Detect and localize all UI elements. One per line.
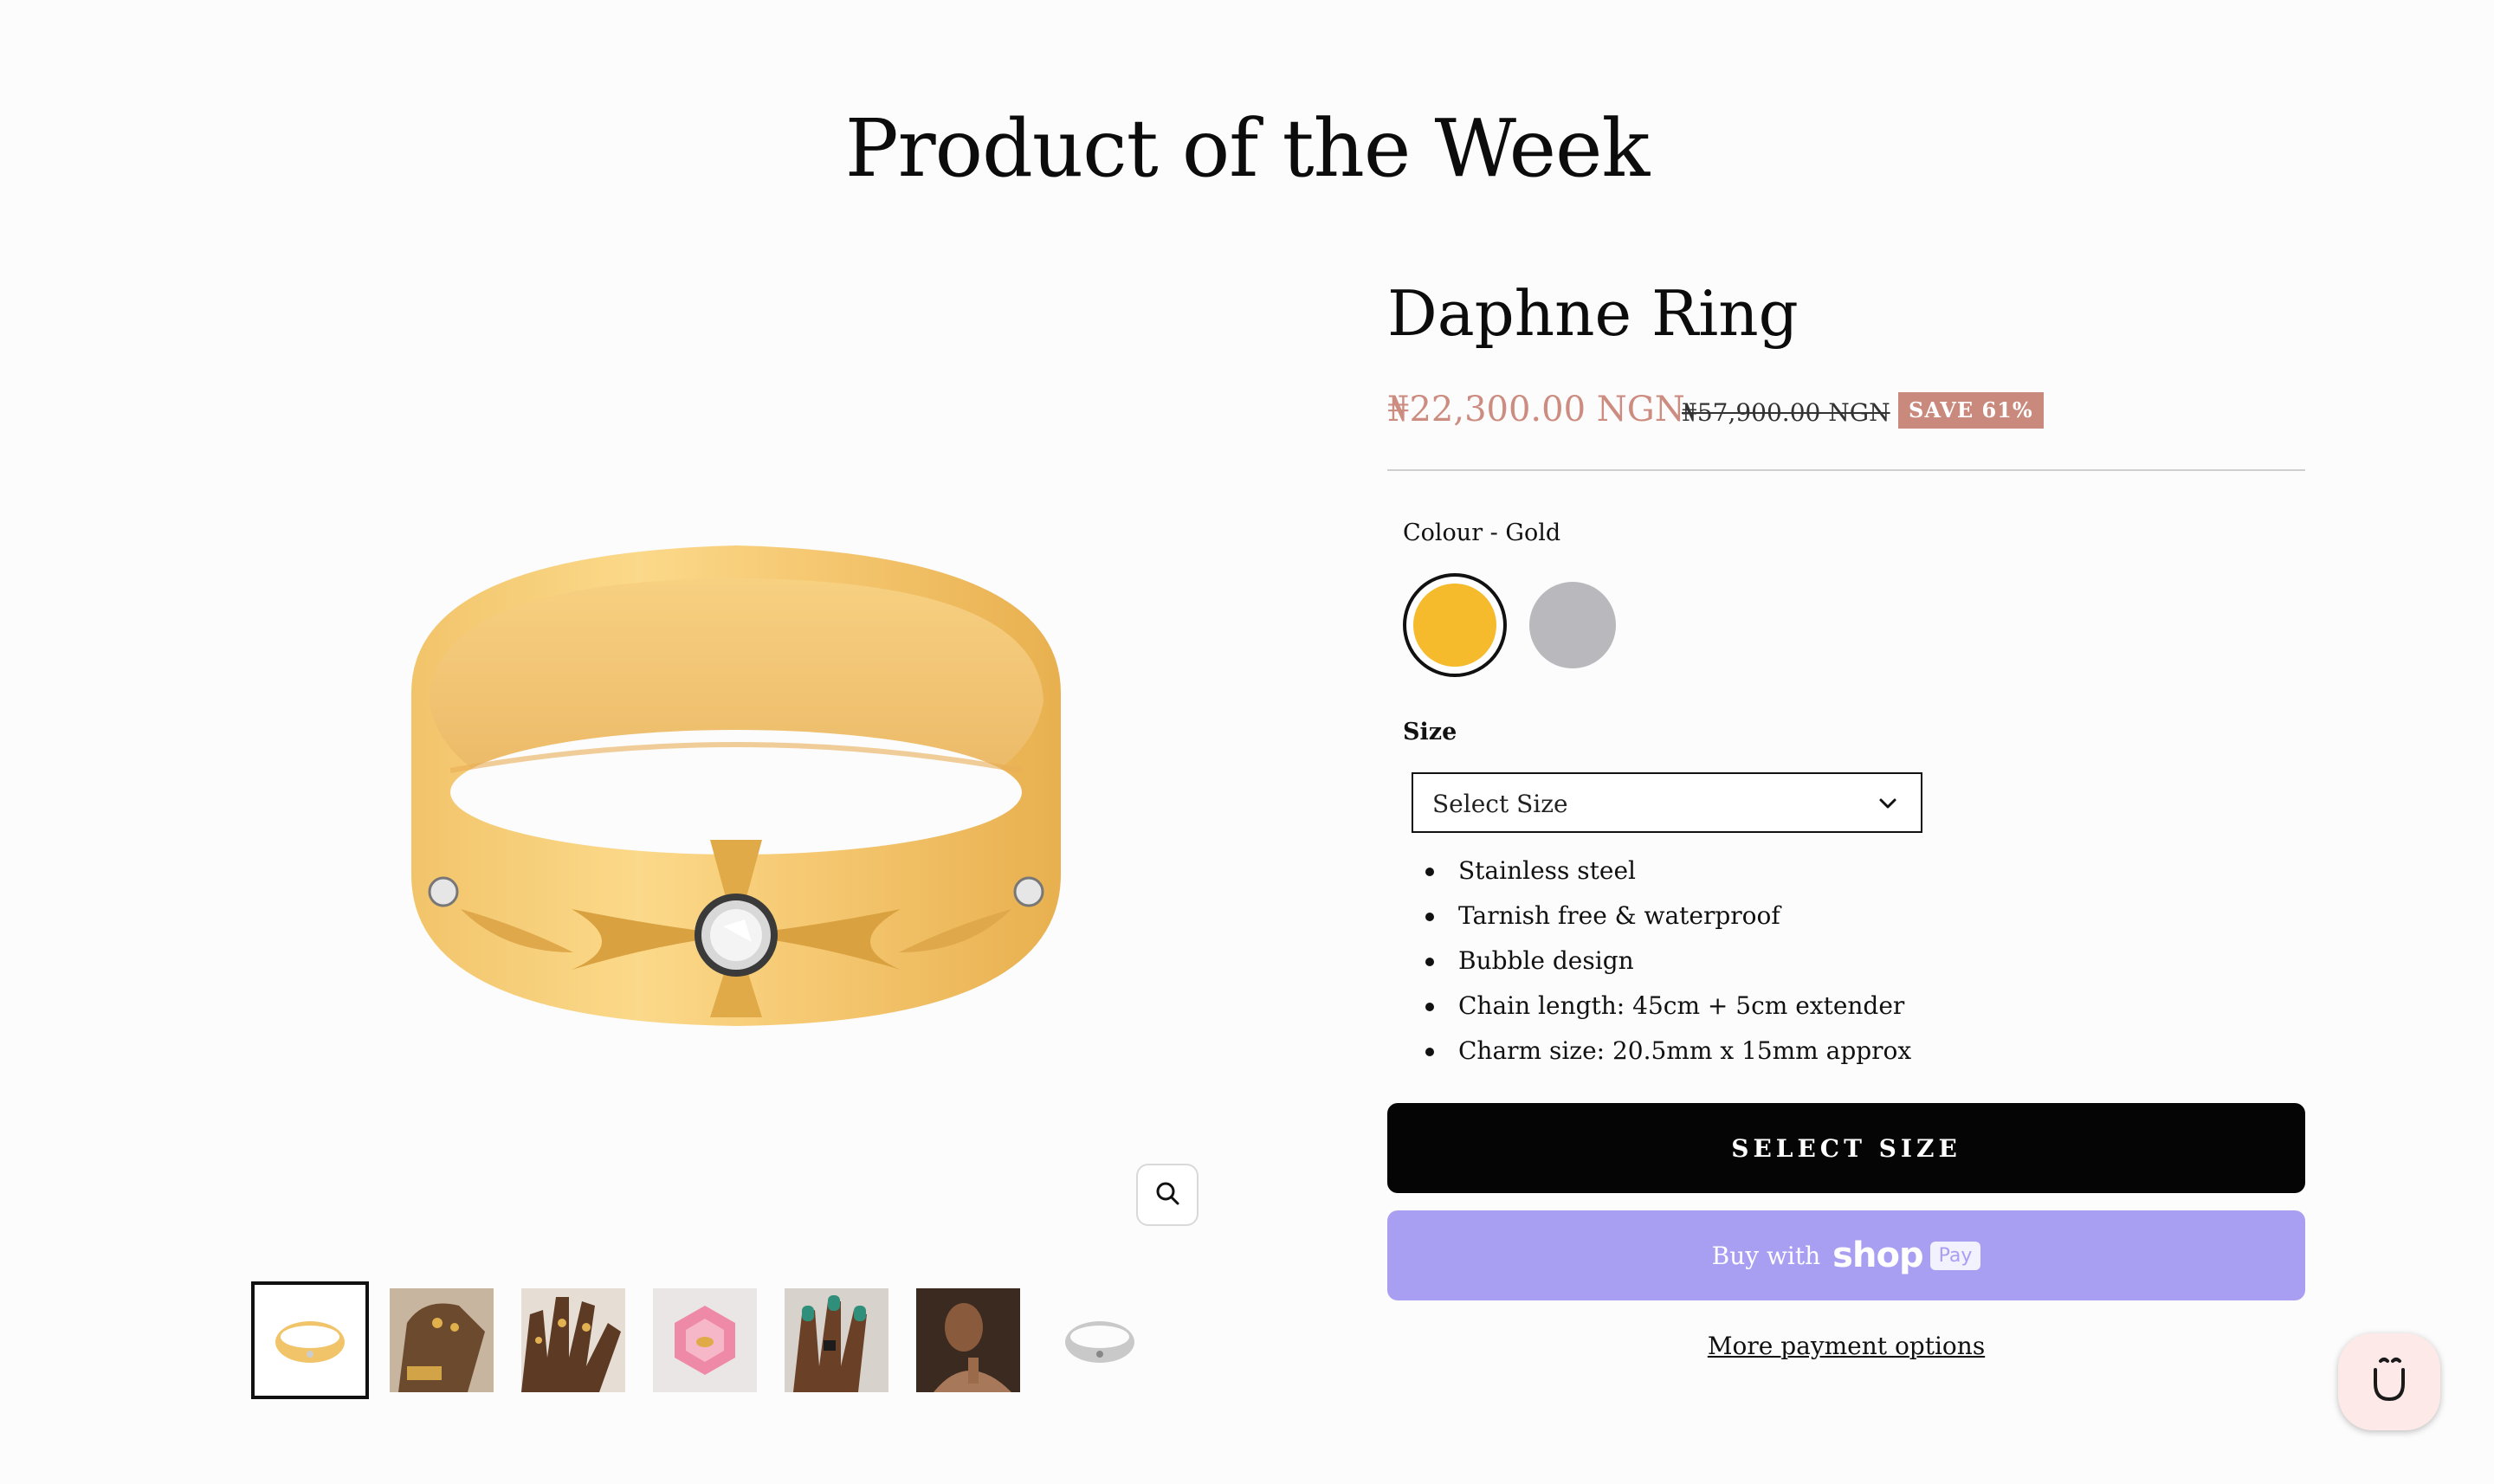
regular-price: ₦57,900.00 NGN: [1682, 398, 1890, 427]
product-title: Daphne Ring: [1387, 277, 1799, 350]
thumbnail-silver-ring[interactable]: [1048, 1288, 1152, 1392]
bullet-icon: [1425, 958, 1434, 966]
swatch-gold[interactable]: [1403, 573, 1507, 677]
divider: [1387, 469, 2305, 471]
size-label: Size: [1403, 719, 1457, 745]
chat-widget-button[interactable]: [2338, 1333, 2440, 1430]
smiley-chat-icon: [2363, 1354, 2415, 1410]
chevron-down-icon: [1877, 793, 1898, 817]
feature-list: Stainless steel Tarnish free & waterproo…: [1425, 854, 1911, 1079]
thumbnail-fingers-rings[interactable]: [521, 1288, 625, 1392]
list-item: Bubble design: [1425, 944, 1911, 989]
swatch-silver[interactable]: [1529, 582, 1616, 668]
swatch-gold-fill: [1413, 584, 1496, 667]
save-badge: SAVE 61%: [1898, 392, 2044, 429]
list-item: Charm size: 20.5mm x 15mm approx: [1425, 1034, 1911, 1079]
pay-badge: Pay: [1929, 1241, 1981, 1270]
thumbnail-gold-ring[interactable]: [251, 1281, 369, 1399]
thumbnail-green-nails[interactable]: [785, 1288, 888, 1392]
thumbnail-hand-rings[interactable]: [390, 1288, 494, 1392]
shop-logo: shop: [1832, 1236, 1923, 1275]
zoom-button[interactable]: [1136, 1164, 1199, 1226]
bullet-icon: [1425, 913, 1434, 921]
product-main-image[interactable]: [364, 485, 1108, 1039]
section-title: Product of the Week: [844, 102, 1650, 195]
select-size-button[interactable]: SELECT SIZE: [1387, 1103, 2305, 1193]
list-item: Tarnish free & waterproof: [1425, 899, 1911, 944]
bullet-icon: [1425, 1003, 1434, 1011]
shop-pay-button[interactable]: Buy with shop Pay: [1387, 1210, 2305, 1300]
size-select-value: Select Size: [1432, 790, 1568, 818]
colour-label: Colour - Gold: [1403, 519, 1561, 546]
sale-price: ₦22,300.00 NGN: [1387, 390, 1685, 429]
thumbnail-woman-portrait[interactable]: [916, 1288, 1020, 1392]
price-row: ₦22,300.00 NGN ₦57,900.00 NGN SAVE 61%: [1387, 390, 2305, 442]
bullet-icon: [1425, 1048, 1434, 1056]
size-select[interactable]: Select Size: [1412, 772, 1922, 833]
magnifier-icon: [1154, 1180, 1180, 1210]
list-item: Chain length: 45cm + 5cm extender: [1425, 989, 1911, 1034]
more-payment-options-link[interactable]: More payment options: [1387, 1332, 2305, 1360]
bullet-icon: [1425, 868, 1434, 876]
thumbnail-pink-box[interactable]: [653, 1288, 757, 1392]
list-item: Stainless steel: [1425, 854, 1911, 899]
shop-pay-buy-label: Buy with: [1711, 1241, 1821, 1270]
